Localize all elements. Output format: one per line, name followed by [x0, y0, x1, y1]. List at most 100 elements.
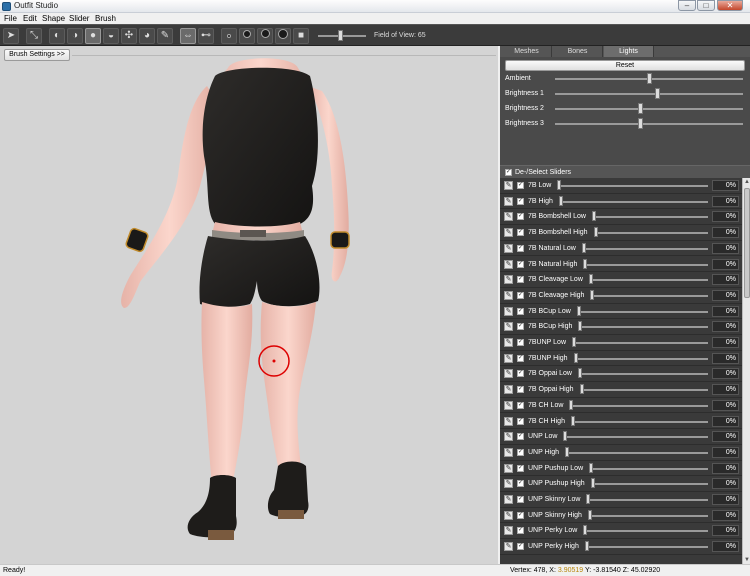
slider-checkbox[interactable]: ✓ — [517, 417, 524, 425]
slider-thumb[interactable] — [565, 446, 569, 457]
slider-checkbox[interactable]: ✓ — [517, 276, 524, 284]
slider-thumb[interactable] — [586, 494, 590, 504]
slider-value[interactable]: 0% — [712, 337, 739, 348]
reset-lights-button[interactable]: Reset — [505, 60, 745, 71]
slider-track[interactable] — [571, 420, 708, 423]
menu-slider[interactable]: Slider — [69, 14, 89, 23]
slider-track[interactable] — [588, 514, 708, 517]
scroll-up-icon[interactable]: ▲ — [743, 178, 750, 186]
slider-track[interactable] — [572, 342, 708, 344]
slider-thumb[interactable] — [589, 274, 593, 285]
menu-edit[interactable]: Edit — [23, 14, 37, 23]
slider-brush-icon[interactable]: ✎ — [504, 542, 513, 552]
slider-track[interactable] — [583, 263, 708, 266]
slider-checkbox[interactable]: ✓ — [517, 260, 524, 268]
slider-checkbox[interactable]: ✓ — [517, 527, 524, 535]
slider-brush-icon[interactable]: ✎ — [504, 400, 513, 410]
slider-track[interactable] — [577, 310, 708, 313]
slider-value[interactable]: 0% — [712, 274, 739, 286]
slider-list-scrollbar[interactable]: ▲ ▼ — [742, 178, 750, 564]
slider-brush-icon[interactable]: ✎ — [504, 212, 513, 222]
slider-checkbox[interactable]: ✓ — [517, 480, 524, 488]
slider-track[interactable] — [565, 451, 708, 454]
symmetry-button[interactable]: ⇔ — [180, 28, 196, 44]
slider-track[interactable] — [590, 294, 708, 297]
slider-checkbox[interactable]: ✓ — [517, 464, 524, 472]
light-slider-thumb[interactable] — [637, 103, 643, 114]
brush-size-4-button[interactable] — [275, 28, 291, 44]
slider-thumb[interactable] — [559, 195, 563, 206]
slider-checkbox[interactable]: ✓ — [517, 182, 524, 189]
slider-thumb[interactable] — [594, 227, 598, 238]
slider-brush-icon[interactable]: ✎ — [504, 369, 513, 379]
slider-brush-icon[interactable]: ✎ — [504, 495, 513, 504]
slider-checkbox[interactable]: ✓ — [517, 339, 524, 346]
slider-value[interactable]: 0% — [712, 462, 739, 474]
fov-slider-thumb[interactable] — [338, 30, 343, 41]
menu-file[interactable]: File — [4, 14, 17, 23]
slider-track[interactable] — [578, 326, 708, 329]
close-button[interactable]: ✕ — [717, 0, 743, 11]
slider-checkbox[interactable]: ✓ — [517, 354, 524, 362]
slider-value[interactable]: 0% — [712, 446, 739, 458]
light-slider-track[interactable] — [555, 108, 743, 110]
slider-value[interactable]: 0% — [712, 478, 739, 490]
slider-checkbox[interactable]: ✓ — [517, 386, 524, 394]
slider-value[interactable]: 0% — [712, 415, 739, 427]
select-tool-button[interactable]: ➤ — [3, 28, 19, 44]
slider-value[interactable]: 0% — [712, 541, 739, 553]
transform-tool-button[interactable]: ⤡ — [26, 28, 42, 44]
slider-thumb[interactable] — [591, 478, 595, 489]
slider-value[interactable]: 0% — [712, 242, 739, 254]
maximize-button[interactable]: □ — [697, 0, 715, 11]
slider-value[interactable]: 0% — [712, 352, 739, 364]
slider-checkbox[interactable]: ✓ — [517, 496, 524, 503]
slider-value[interactable]: 0% — [712, 211, 739, 223]
slider-checkbox[interactable]: ✓ — [517, 291, 524, 299]
move-brush-button[interactable]: ◒ — [103, 28, 119, 44]
slider-checkbox[interactable]: ✓ — [517, 543, 524, 551]
slider-brush-icon[interactable]: ✎ — [504, 306, 513, 316]
slider-checkbox[interactable]: ✓ — [517, 401, 524, 409]
slider-value[interactable]: 0% — [712, 289, 739, 301]
slider-checkbox[interactable]: ✓ — [517, 323, 524, 331]
slider-value[interactable]: 0% — [712, 431, 739, 443]
slider-checkbox[interactable]: ✓ — [517, 370, 524, 378]
slider-brush-icon[interactable]: ✎ — [504, 510, 513, 520]
brush-size-2-button[interactable] — [239, 28, 255, 44]
menu-brush[interactable]: Brush — [95, 14, 116, 23]
tab-meshes[interactable]: Meshes — [502, 46, 552, 57]
slider-thumb[interactable] — [578, 321, 582, 332]
slider-track[interactable] — [582, 247, 708, 250]
mask-brush-button[interactable]: ◐ — [49, 28, 65, 44]
slider-track[interactable] — [574, 357, 708, 360]
slider-value[interactable]: 0% — [712, 384, 739, 396]
slider-track[interactable] — [591, 483, 708, 486]
slider-thumb[interactable] — [577, 305, 581, 316]
light-slider-track[interactable] — [555, 123, 743, 125]
slider-brush-icon[interactable]: ✎ — [504, 228, 513, 238]
slider-brush-icon[interactable]: ✎ — [504, 338, 513, 347]
slider-track[interactable] — [578, 373, 708, 376]
slider-track[interactable] — [585, 546, 708, 549]
slider-checkbox[interactable]: ✓ — [517, 433, 524, 441]
slider-value[interactable]: 0% — [712, 399, 739, 411]
slider-thumb[interactable] — [580, 384, 584, 395]
slider-brush-icon[interactable]: ✎ — [504, 275, 513, 285]
slider-brush-icon[interactable]: ✎ — [504, 385, 513, 395]
deflate-brush-button[interactable]: ● — [85, 28, 101, 44]
slider-track[interactable] — [592, 216, 708, 219]
slider-checkbox[interactable]: ✓ — [517, 307, 524, 315]
slider-track[interactable] — [589, 279, 708, 282]
slider-value[interactable]: 0% — [712, 227, 739, 239]
slider-track[interactable] — [559, 200, 708, 203]
undiff-brush-button[interactable]: ◕ — [139, 28, 155, 44]
slider-track[interactable] — [563, 436, 708, 439]
slider-value[interactable]: 0% — [712, 321, 739, 333]
slider-brush-icon[interactable]: ✎ — [504, 526, 513, 536]
light-slider-thumb[interactable] — [637, 118, 643, 129]
slider-brush-icon[interactable]: ✎ — [504, 243, 513, 253]
slider-thumb[interactable] — [569, 399, 573, 410]
slider-value[interactable]: 0% — [712, 180, 739, 191]
slider-thumb[interactable] — [588, 509, 592, 520]
